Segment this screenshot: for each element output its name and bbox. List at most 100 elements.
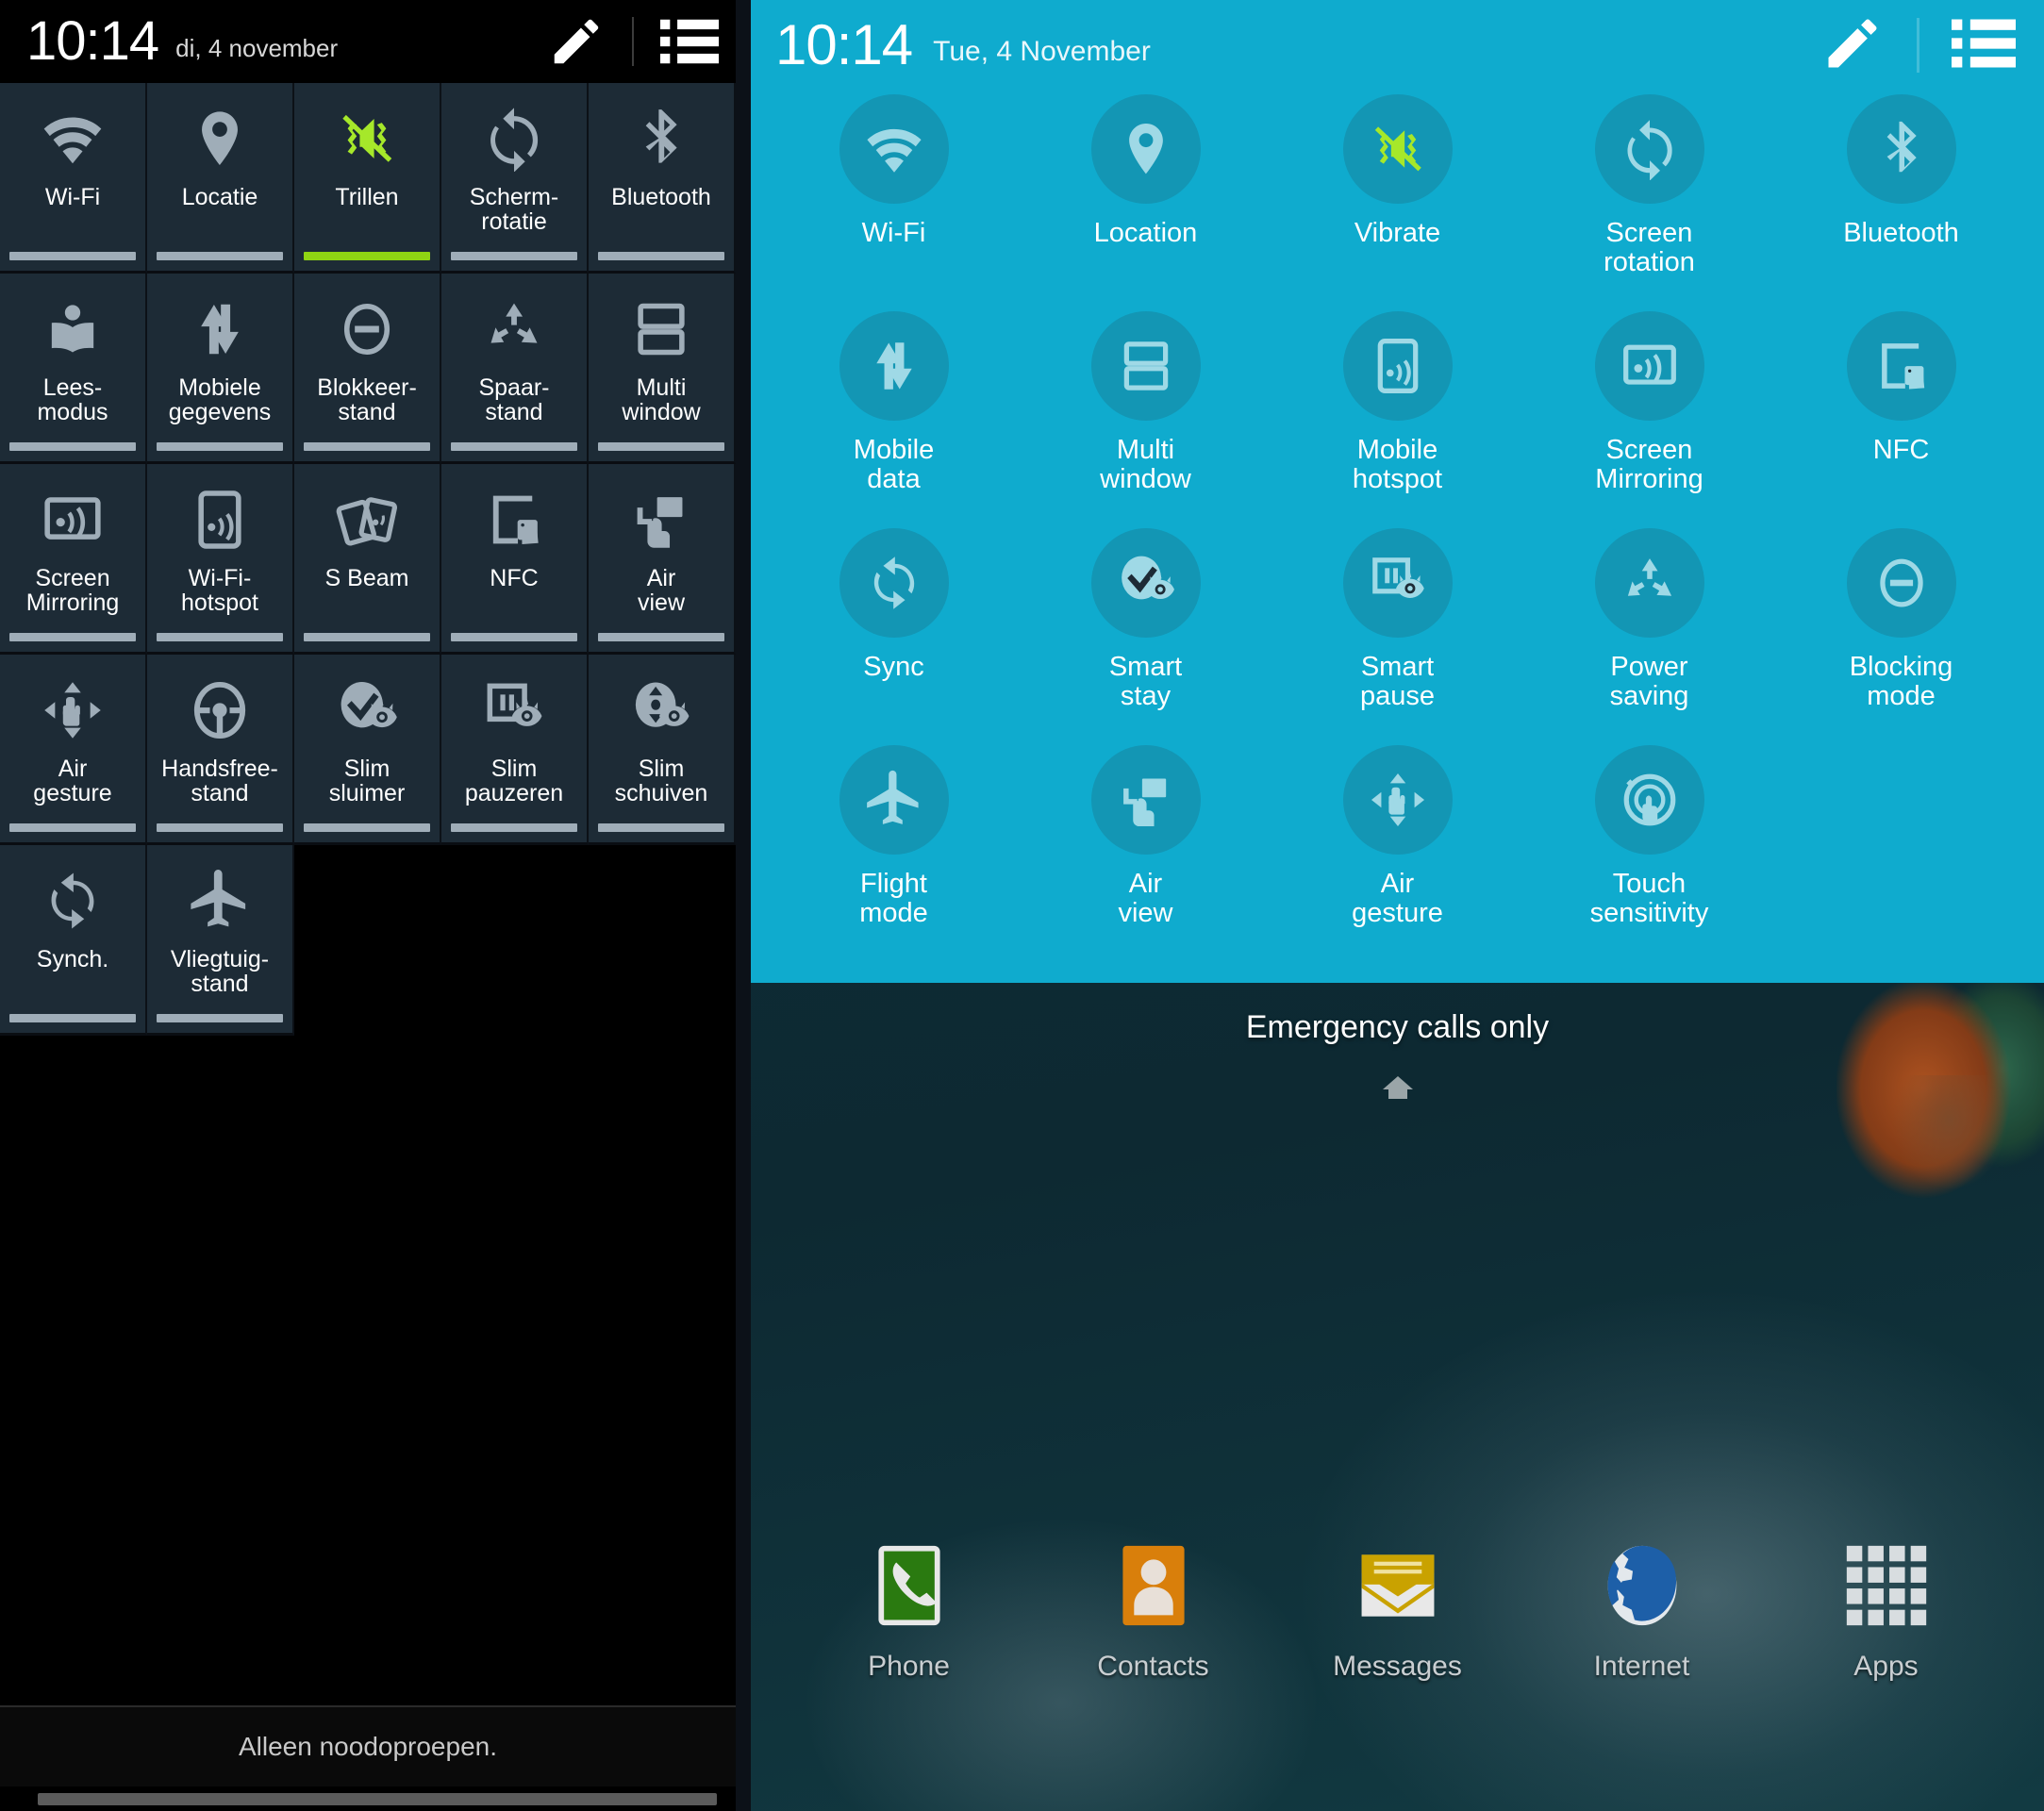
right-tile-mobile-hotspot[interactable]: Mobile hotspot (1271, 311, 1523, 528)
left-panel-handle-area[interactable] (0, 1786, 736, 1811)
left-tile-label: S Beam (324, 565, 409, 591)
right-tile-label: Blocking mode (1849, 652, 1953, 711)
tile-state-bar (304, 633, 430, 641)
left-header-actions (547, 0, 719, 83)
left-tile-empty (441, 845, 589, 1036)
dock-label: Contacts (1097, 1651, 1209, 1682)
right-tile-multi-window[interactable]: Multi window (1020, 311, 1271, 528)
left-tile-label: NFC (490, 565, 539, 591)
tile-state-bar (157, 442, 283, 451)
left-tile-location-pin[interactable]: Locatie (147, 83, 294, 274)
list-icon[interactable] (1952, 19, 2016, 73)
right-tile-label: Flight mode (859, 869, 928, 928)
tile-state-bar (451, 823, 577, 832)
left-tile-multi-window[interactable]: Multi window (589, 274, 736, 464)
left-tile-screen-rotation[interactable]: Scherm-rotatie (441, 83, 589, 274)
right-tile-air-view[interactable]: Air view (1020, 745, 1271, 962)
smart-pause-icon (481, 675, 547, 745)
left-tile-power-saving[interactable]: Spaar-stand (441, 274, 589, 464)
tile-state-bar (304, 442, 430, 451)
screen-rotation-icon (1594, 94, 1704, 204)
right-tile-label: NFC (1872, 435, 1930, 465)
right-tile-flight-mode[interactable]: Flight mode (768, 745, 1020, 962)
left-tile-flight-mode[interactable]: Vliegtuig-stand (147, 845, 294, 1036)
left-tile-smart-pause[interactable]: Slim pauzeren (441, 655, 589, 845)
vibrate-icon (1342, 94, 1453, 204)
left-tile-s-beam[interactable]: S Beam (294, 464, 441, 655)
right-tile-smart-stay[interactable]: Smart stay (1020, 528, 1271, 745)
messages-icon (1354, 1537, 1441, 1634)
right-tile-label: Power saving (1609, 652, 1689, 711)
flight-mode-icon (187, 866, 253, 936)
right-tile-label: Sync (863, 652, 924, 682)
right-tile-vibrate[interactable]: Vibrate (1271, 94, 1523, 311)
left-tile-air-gesture[interactable]: Air gesture (0, 655, 147, 845)
list-icon[interactable] (660, 19, 719, 64)
touch-sensitivity-icon (1594, 745, 1704, 855)
right-tile-mobile-data[interactable]: Mobile data (768, 311, 1020, 528)
left-tile-label: Scherm-rotatie (469, 184, 559, 235)
right-tile-blocking-mode[interactable]: Blocking mode (1775, 528, 2027, 745)
right-tile-bluetooth[interactable]: Bluetooth (1775, 94, 2027, 311)
left-tile-smart-stay[interactable]: Slim sluimer (294, 655, 441, 845)
right-tile-air-gesture[interactable]: Air gesture (1271, 745, 1523, 962)
right-tile-power-saving[interactable]: Power saving (1523, 528, 1775, 745)
left-tile-screen-mirroring[interactable]: Screen Mirroring (0, 464, 147, 655)
tile-state-bar (451, 442, 577, 451)
right-tile-wifi[interactable]: Wi-Fi (768, 94, 1020, 311)
mobile-hotspot-icon (187, 485, 253, 555)
dock-item-contacts[interactable]: Contacts (1069, 1537, 1238, 1683)
left-tile-sync[interactable]: Synch. (0, 845, 147, 1036)
right-tile-sync[interactable]: Sync (768, 528, 1020, 745)
right-tile-smart-pause[interactable]: Smart pause (1271, 528, 1523, 745)
right-tile-label: Smart pause (1359, 652, 1435, 711)
left-tile-bluetooth[interactable]: Bluetooth (589, 83, 736, 274)
left-tile-label: Slim pauzeren (464, 756, 564, 806)
right-tile-screen-rotation[interactable]: Screen rotation (1523, 94, 1775, 311)
left-tile-wifi[interactable]: Wi-Fi (0, 83, 147, 274)
left-tile-label: Lees-modus (37, 374, 108, 425)
right-tile-screen-mirroring[interactable]: Screen Mirroring (1523, 311, 1775, 528)
right-tile-location-pin[interactable]: Location (1020, 94, 1271, 311)
tile-state-bar (157, 823, 283, 832)
left-tile-nfc[interactable]: NFC (441, 464, 589, 655)
dock-item-internet[interactable]: Internet (1557, 1537, 1727, 1683)
right-tile-touch-sensitivity[interactable]: Touch sensitivity (1523, 745, 1775, 962)
dock-label: Apps (1853, 1651, 1919, 1682)
left-clock: 10:14 (26, 10, 159, 72)
tile-state-bar (304, 252, 430, 260)
left-tile-hands-free[interactable]: Handsfree-stand (147, 655, 294, 845)
right-tile-nfc[interactable]: NFC (1775, 311, 2027, 528)
left-tile-smart-scroll[interactable]: Slim schuiven (589, 655, 736, 845)
left-tile-mobile-data[interactable]: Mobiele gegevens (147, 274, 294, 464)
left-status-bar: 10:14 di, 4 november (0, 0, 736, 83)
left-tile-empty (589, 845, 736, 1036)
air-view-icon (1090, 745, 1201, 855)
dock-item-phone[interactable]: Phone (824, 1537, 994, 1683)
right-tile-label: Screen rotation (1604, 218, 1695, 277)
left-date: di, 4 november (175, 33, 339, 62)
left-tile-label: Slim sluimer (328, 756, 406, 806)
right-header-actions (1820, 0, 2016, 91)
left-tile-vibrate[interactable]: Trillen (294, 83, 441, 274)
left-quick-settings-panel: 10:14 di, 4 november Wi-Fi Locatie Trill… (0, 0, 736, 1811)
dock-item-messages[interactable]: Messages (1313, 1537, 1483, 1683)
edit-pencil-icon[interactable] (1820, 11, 1885, 80)
smart-stay-icon (334, 675, 400, 745)
edit-pencil-icon[interactable] (547, 12, 606, 71)
left-tile-reading-mode[interactable]: Lees-modus (0, 274, 147, 464)
tile-state-bar (304, 823, 430, 832)
dock-item-apps[interactable]: Apps (1802, 1537, 1971, 1683)
right-tile-label: Air view (1118, 869, 1173, 928)
left-tile-label: Wi-Fi-hotspot (180, 565, 258, 616)
left-tile-mobile-hotspot[interactable]: Wi-Fi-hotspot (147, 464, 294, 655)
drag-handle[interactable] (38, 1792, 717, 1805)
left-tile-blocking-mode[interactable]: Blokkeer-stand (294, 274, 441, 464)
left-tile-air-view[interactable]: Air view (589, 464, 736, 655)
air-view-icon (628, 485, 694, 555)
mobile-data-icon (187, 294, 253, 364)
right-panel-surface: 10:14 Tue, 4 November Wi-Fi Location Vib… (751, 0, 2044, 983)
tile-state-bar (598, 252, 724, 260)
nfc-icon (481, 485, 547, 555)
vibrate-icon (334, 104, 400, 174)
